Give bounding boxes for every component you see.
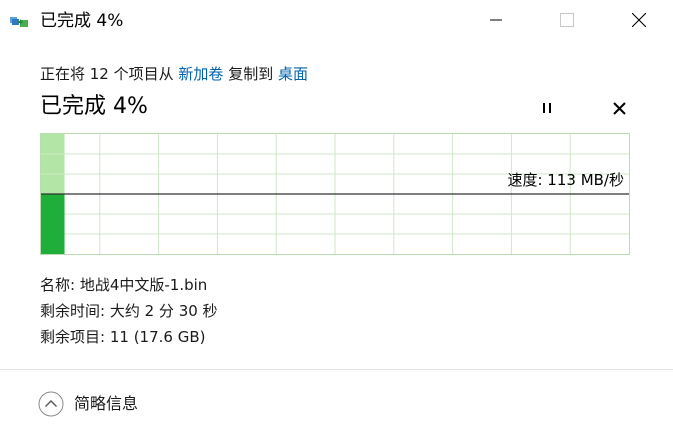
speed-bar (41, 194, 65, 254)
transfer-speed-graph: 速度: 113 MB/秒 (40, 133, 630, 255)
copy-progress-window: 已完成 4% 正在将 12 个项目从 新加卷 复制到 桌面 已完成 4% 速度:… (0, 0, 673, 439)
close-icon (632, 13, 646, 27)
destination-folder-link[interactable]: 桌面 (278, 65, 308, 83)
time-remaining-label: 剩余时间: (40, 302, 106, 320)
minimize-button[interactable] (473, 0, 519, 40)
cancel-icon (612, 101, 626, 115)
fewer-details-toggle[interactable]: 简略信息 (38, 391, 138, 417)
progress-title: 已完成 4% (40, 94, 148, 119)
file-name-label: 名称: (40, 276, 76, 294)
time-remaining-row: 剩余时间: 大约 2 分 30 秒 (40, 301, 218, 321)
pause-button[interactable] (535, 96, 559, 120)
speed-readout: 速度: 113 MB/秒 (507, 171, 624, 189)
items-remaining-row: 剩余项目: 11 (17.6 GB) (40, 327, 205, 347)
maximize-button[interactable] (544, 0, 590, 40)
pause-icon (543, 103, 551, 113)
source-folder-link[interactable]: 新加卷 (178, 65, 223, 83)
copy-middle-text: 复制到 (228, 65, 274, 83)
cancel-button[interactable] (607, 96, 631, 120)
footer: 简略信息 (0, 369, 673, 439)
copy-files-icon (10, 17, 28, 27)
chevron-up-icon (38, 391, 64, 417)
window-title: 已完成 4% (40, 11, 124, 31)
speed-graph-canvas (40, 133, 630, 255)
minimize-icon (490, 19, 502, 21)
file-name-value: 地战4中文版-1.bin (79, 276, 208, 294)
close-window-button[interactable] (616, 0, 662, 40)
time-remaining-value: 大约 2 分 30 秒 (109, 302, 218, 320)
copy-prefix-text: 正在将 12 个项目从 (40, 65, 174, 83)
file-name-row: 名称: 地战4中文版-1.bin (40, 275, 207, 295)
fewer-details-label: 简略信息 (74, 394, 139, 413)
items-remaining-label: 剩余项目: (40, 328, 106, 346)
copy-description: 正在将 12 个项目从 新加卷 复制到 桌面 (40, 64, 308, 84)
items-remaining-value: 11 (17.6 GB) (109, 328, 206, 346)
title-bar[interactable]: 已完成 4% (0, 0, 673, 44)
maximize-icon (560, 13, 574, 27)
